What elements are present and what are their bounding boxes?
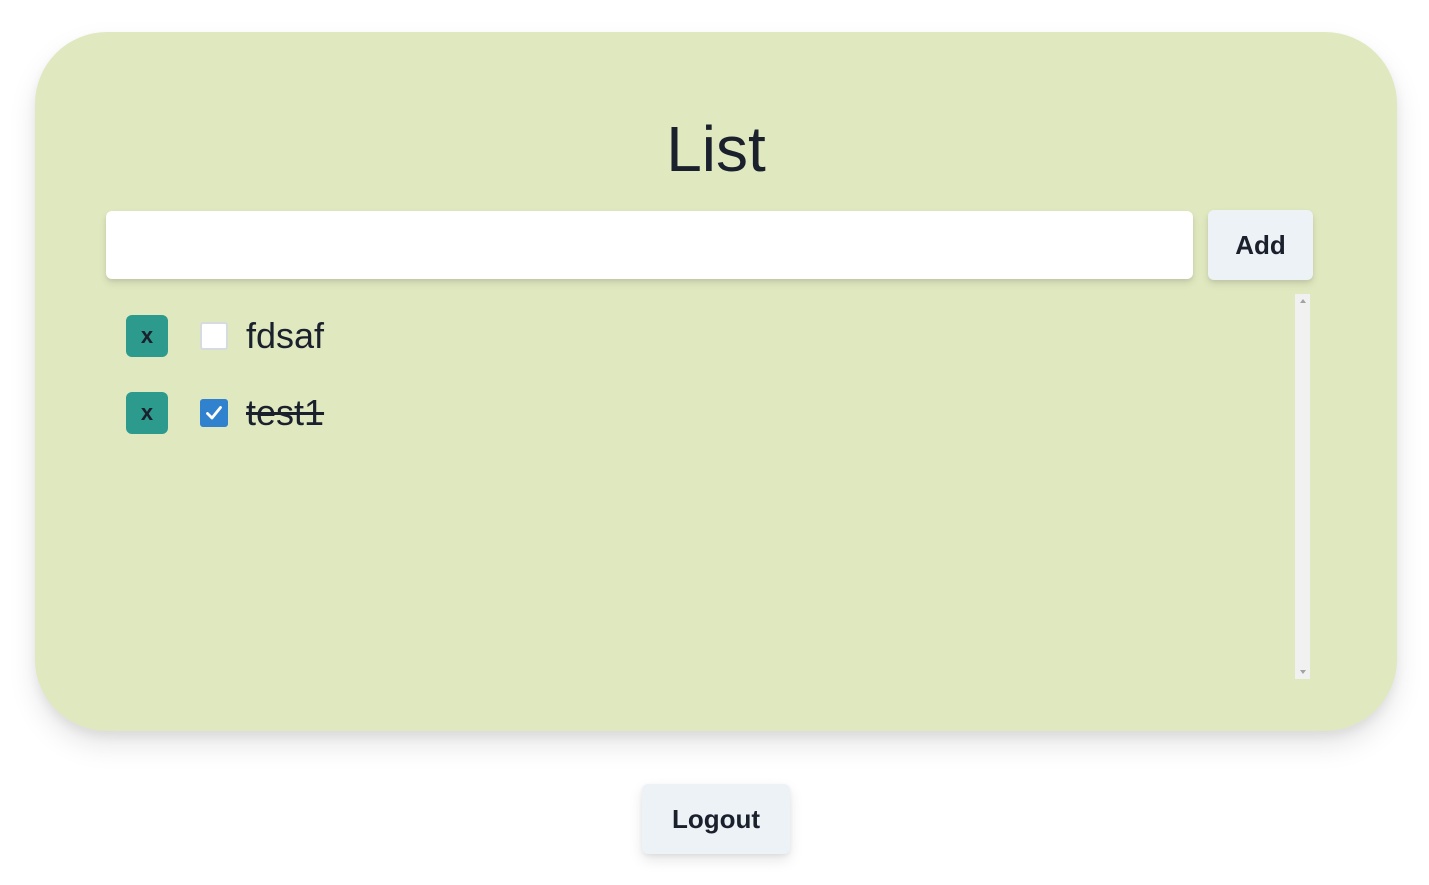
logout-button[interactable]: Logout xyxy=(642,784,790,854)
delete-item-button[interactable]: x xyxy=(126,315,168,357)
list-item: x fdsaf xyxy=(126,315,324,357)
item-checkbox[interactable] xyxy=(200,322,228,350)
check-icon xyxy=(206,406,222,420)
page-title: List xyxy=(666,113,766,185)
list-card: List Add x fdsaf x test1 xyxy=(35,32,1397,731)
item-checkbox[interactable] xyxy=(200,399,228,427)
todo-list: x fdsaf x test1 xyxy=(106,294,1312,679)
item-label: test1 xyxy=(246,392,325,433)
delete-item-button[interactable]: x xyxy=(126,392,168,434)
item-label: fdsaf xyxy=(246,315,325,356)
scroll-down-arrow-icon[interactable] xyxy=(1295,665,1310,679)
new-item-input[interactable] xyxy=(106,211,1193,279)
list-item: x test1 xyxy=(126,392,324,434)
scroll-up-arrow-icon[interactable] xyxy=(1295,294,1310,308)
list-scrollbar[interactable] xyxy=(1295,294,1310,679)
add-button[interactable]: Add xyxy=(1208,210,1313,280)
